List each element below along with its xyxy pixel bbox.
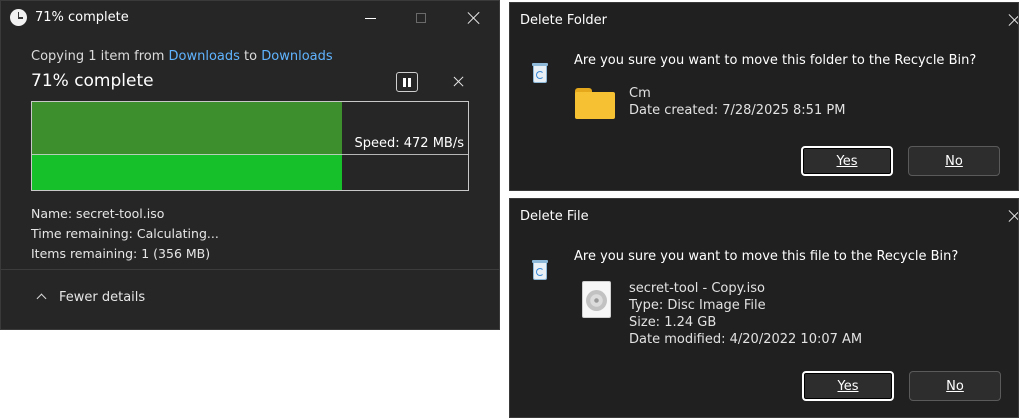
confirm-question: Are you sure you want to move this folde… <box>574 53 977 68</box>
item-info: Cm Date created: 7/28/2025 8:51 PM <box>629 85 845 119</box>
pause-button[interactable] <box>396 72 418 92</box>
item-date-modified: Date modified: 4/20/2022 10:07 AM <box>629 332 863 347</box>
copy-progress-window: 71% complete Copying 1 item from Downloa… <box>0 0 500 330</box>
dialog-title: Delete File <box>520 209 589 224</box>
item-info: secret-tool - Copy.iso Type: Disc Image … <box>629 280 862 348</box>
maximize-button[interactable] <box>398 1 444 35</box>
folder-icon <box>575 88 615 119</box>
clock-icon <box>10 9 27 26</box>
items-remaining-detail: Items remaining: 1 (356 MB) <box>31 246 211 261</box>
yes-label: Yes <box>837 379 859 394</box>
copy-description: Copying 1 item from Downloads to Downloa… <box>31 49 333 64</box>
copy-prefix: Copying 1 item from <box>31 49 169 64</box>
recycle-bin-icon <box>532 260 548 280</box>
delete-folder-dialog: Delete Folder Are you sure you want to m… <box>509 2 1019 191</box>
title-bar: 71% complete <box>1 1 499 35</box>
source-link[interactable]: Downloads <box>169 49 240 64</box>
maximize-icon <box>416 13 426 23</box>
pause-icon-bar <box>403 77 406 87</box>
copy-mid: to <box>239 49 262 64</box>
window-title: 71% complete <box>35 10 129 25</box>
chevron-up-icon <box>36 293 47 304</box>
yes-button[interactable]: Yes <box>801 146 893 176</box>
item-name: Cm <box>629 86 651 101</box>
details-footer: Fewer details <box>1 269 499 329</box>
fewer-details-label: Fewer details <box>59 290 146 305</box>
item-name: secret-tool - Copy.iso <box>629 281 765 296</box>
time-remaining-detail: Time remaining: Calculating... <box>31 226 219 241</box>
item-size: Size: 1.24 GB <box>629 315 717 330</box>
recycle-bin-icon <box>532 63 548 83</box>
close-button[interactable] <box>450 1 496 35</box>
item-type: Type: Disc Image File <box>629 298 766 313</box>
cancel-copy-button[interactable] <box>452 75 466 89</box>
yes-button[interactable]: Yes <box>802 371 894 401</box>
pause-icon-bar <box>408 77 411 87</box>
close-icon <box>466 11 480 25</box>
minimize-button[interactable] <box>347 1 393 35</box>
delete-file-dialog: Delete File Are you sure you want to mov… <box>509 198 1019 418</box>
disc-image-file-icon <box>582 281 611 318</box>
minimize-icon <box>364 17 376 19</box>
file-name-detail: Name: secret-tool.iso <box>31 206 165 221</box>
progress-bar-fill <box>32 154 342 190</box>
transfer-speed-graph: Speed: 472 MB/s <box>31 101 469 191</box>
no-label: No <box>945 154 963 169</box>
speed-readout: Speed: 472 MB/s <box>354 136 465 151</box>
destination-link[interactable]: Downloads <box>261 49 332 64</box>
no-button[interactable]: No <box>908 146 1000 176</box>
dialog-title: Delete Folder <box>520 13 608 28</box>
confirm-question: Are you sure you want to move this file … <box>574 249 959 264</box>
no-button[interactable]: No <box>909 371 1001 401</box>
progress-status: 71% complete <box>31 71 154 91</box>
item-date-created: Date created: 7/28/2025 8:51 PM <box>629 103 846 118</box>
yes-label: Yes <box>836 154 858 169</box>
no-label: No <box>946 379 964 394</box>
speed-line <box>32 154 468 155</box>
